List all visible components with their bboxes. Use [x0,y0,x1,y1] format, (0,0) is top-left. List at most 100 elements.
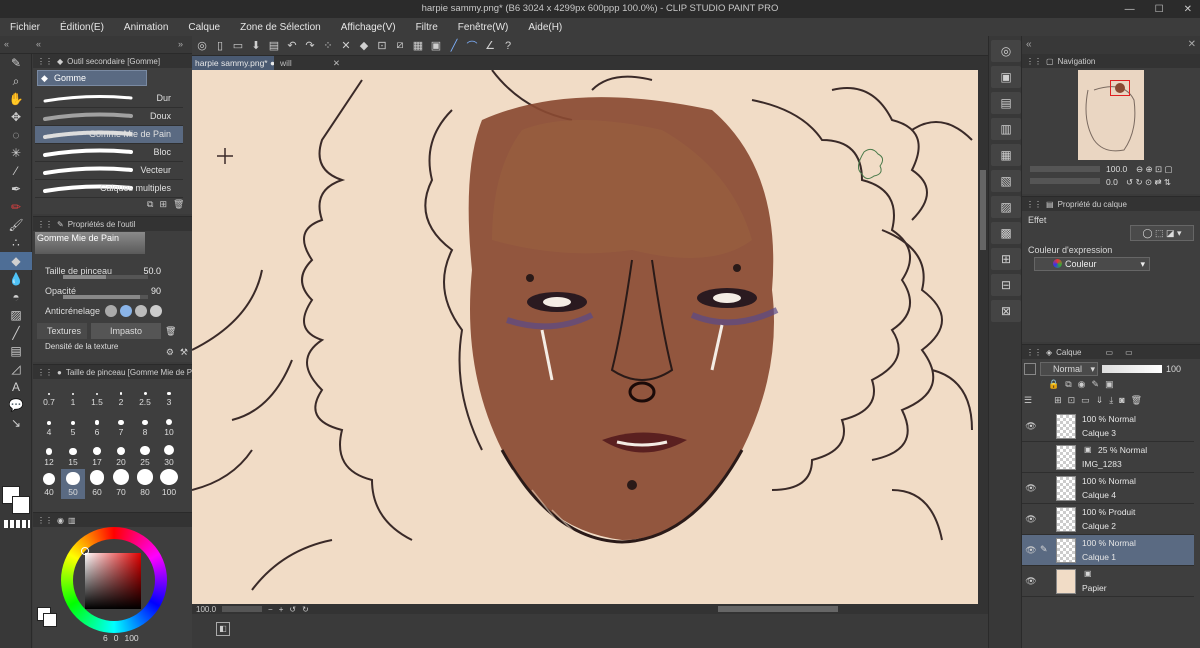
effect-buttons[interactable]: ◯ ⬚ ◪ ▾ [1130,225,1194,241]
new-folder-icon[interactable]: ▭ [1081,395,1090,409]
brush-size-preset[interactable]: 50 [61,469,85,499]
blend-mode-select[interactable]: Normal ▾ [1040,362,1098,376]
pen-stabilize-icon[interactable]: ╱ [446,39,462,53]
brush-size-preset[interactable]: 1 [61,379,85,409]
brush-size-preset[interactable]: 80 [133,469,157,499]
brush-size-preset[interactable]: 40 [37,469,61,499]
airbrush-icon[interactable]: ∴ [0,234,32,252]
opacity-value[interactable]: 90 [151,286,161,296]
layer-tab-icon[interactable]: ▭ [1106,348,1114,357]
brush-size-preset[interactable]: 7 [109,409,133,439]
brush-size-slider[interactable] [63,275,148,279]
brush-size-preset[interactable]: 0.7 [37,379,61,409]
tab-harpie-sammy[interactable]: harpie sammy.png* ● [192,56,274,70]
sub-color-small[interactable] [43,613,57,627]
eye-icon[interactable]: 👁 [1022,421,1040,432]
antialias-none-icon[interactable] [105,305,117,317]
menu-fenetre[interactable]: Fenêtre(W) [448,22,519,33]
eyedropper-icon[interactable]: ⁄ [0,162,32,180]
saturation-value-square[interactable] [85,553,141,609]
brush-size-row[interactable]: Taille de pinceau 50.0 [33,261,183,281]
double-chevron-left-icon[interactable]: « [1026,39,1032,50]
antialias-strong-icon[interactable] [150,305,162,317]
reference-icon[interactable]: ◉ [1078,379,1086,393]
pen-tool-icon[interactable]: ✎ [0,54,32,72]
delete-icon[interactable]: 🗑 [165,326,176,337]
brush-size-preset[interactable]: 100 [157,469,181,499]
menu-filtre[interactable]: Filtre [406,22,448,33]
wrench-icon[interactable]: ⚒ [180,347,188,358]
brush-size-preset[interactable]: 6 [85,409,109,439]
perspective-icon[interactable]: ∠ [482,39,498,53]
navigator-zoom-value[interactable]: 100.0 [1106,164,1127,174]
print-icon[interactable]: ▤ [266,39,282,53]
navigator-thumbnail[interactable] [1078,70,1144,160]
navigator-zoom-slider[interactable] [1030,166,1100,172]
delete-subtool-icon[interactable]: 🗑 [173,199,184,210]
copy-subtool-icon[interactable]: ⧉ [147,199,153,210]
ruler-tool-icon[interactable]: ◿ [0,360,32,378]
clear-icon[interactable]: ✕ [338,39,354,53]
hand-tool-icon[interactable]: ✋ [0,90,32,108]
zoom-tool-icon[interactable]: ⌕ [0,72,32,90]
grid-snap-icon[interactable]: ▦ [410,39,426,53]
double-chevron-left-icon[interactable]: « [36,39,41,49]
open-file-icon[interactable]: ▭ [230,39,246,53]
vertical-scrollbar[interactable] [978,70,988,604]
hue-cursor[interactable] [81,547,89,555]
eye-icon[interactable]: 👁 [1022,483,1040,494]
sub-color-swatch[interactable] [12,496,30,514]
new-raster-layer-icon[interactable]: ⊞ [1054,395,1062,409]
rotate-right-icon[interactable]: ↻ [302,605,309,614]
subtool-item[interactable]: Vecteur [35,162,183,180]
material-icon[interactable]: ▧ [991,170,1021,192]
brush-size-preset[interactable]: 17 [85,439,109,469]
layer-item-selected[interactable]: 👁 ✎ 100 % Normal Calque 1 [1022,535,1194,566]
canvas[interactable] [192,70,988,604]
brush-size-preset[interactable]: 70 [109,469,133,499]
transform-icon[interactable]: ⊡ [374,39,390,53]
textures-tab[interactable]: Textures [37,323,87,339]
subtool-group-tab[interactable]: ◆ Gomme [37,70,147,86]
close-icon[interactable]: ✕ [1188,39,1196,50]
navigator-viewport[interactable] [1110,80,1130,96]
ruler-snap-icon[interactable]: ⧄ [392,39,408,53]
antialias-mid-icon[interactable] [135,305,147,317]
menu-calque[interactable]: Calque [178,22,230,33]
brush-size-preset[interactable]: 10 [157,409,181,439]
subtool-item-selected[interactable]: Gomme Mie de Pain [35,126,183,144]
zoom-in-icon[interactable]: + [279,605,284,614]
brush-size-preset[interactable]: 15 [61,439,85,469]
grip-icon[interactable]: ⋮⋮ [1026,200,1042,209]
material-icon[interactable]: ▤ [991,92,1021,114]
layer-opacity-slider[interactable] [1102,365,1162,373]
fill-icon[interactable]: ◆ [356,39,372,53]
eye-icon[interactable]: 👁 [1022,576,1040,587]
navigator-rotate-slider[interactable] [1030,178,1100,184]
brush-size-preset[interactable]: 8 [133,409,157,439]
clip-icon[interactable]: ⧉ [1065,379,1071,393]
frame-tool-icon[interactable]: ▤ [0,342,32,360]
tab-will[interactable]: will ✕ [274,56,344,70]
mask-icon[interactable]: ▣ [1105,379,1114,393]
close-icon[interactable]: ✕ [1184,4,1192,15]
grip-icon[interactable]: ⋮⋮ [37,368,53,377]
grip-icon[interactable]: ⋮⋮ [1026,57,1042,66]
new-vector-layer-icon[interactable]: ⊡ [1068,395,1076,409]
zoom-out-icon[interactable]: − [268,605,273,614]
lasso-tool-icon[interactable]: ◌ [0,126,32,144]
grip-icon[interactable]: ⋮⋮ [37,220,53,229]
subtool-item[interactable]: Doux [35,108,183,126]
save-icon[interactable]: ⬇ [248,39,264,53]
horizontal-scrollbar[interactable] [718,606,838,612]
layer-color-icon[interactable] [1024,363,1036,375]
hue-ring[interactable] [61,527,167,633]
double-chevron-right-icon[interactable]: » [178,39,183,49]
rotate-controls-icon[interactable]: ↺ ↻ ⊙ ⇄ ⇅ [1126,177,1171,188]
antialias-weak-icon[interactable] [120,305,132,317]
clip-studio-icon[interactable]: ◎ [991,40,1021,62]
brush-icon[interactable]: 🖌 [0,216,32,234]
guide-snap-icon[interactable]: ▣ [428,39,444,53]
brush-size-preset[interactable]: 25 [133,439,157,469]
layout-icon[interactable]: ◧ [216,622,230,636]
